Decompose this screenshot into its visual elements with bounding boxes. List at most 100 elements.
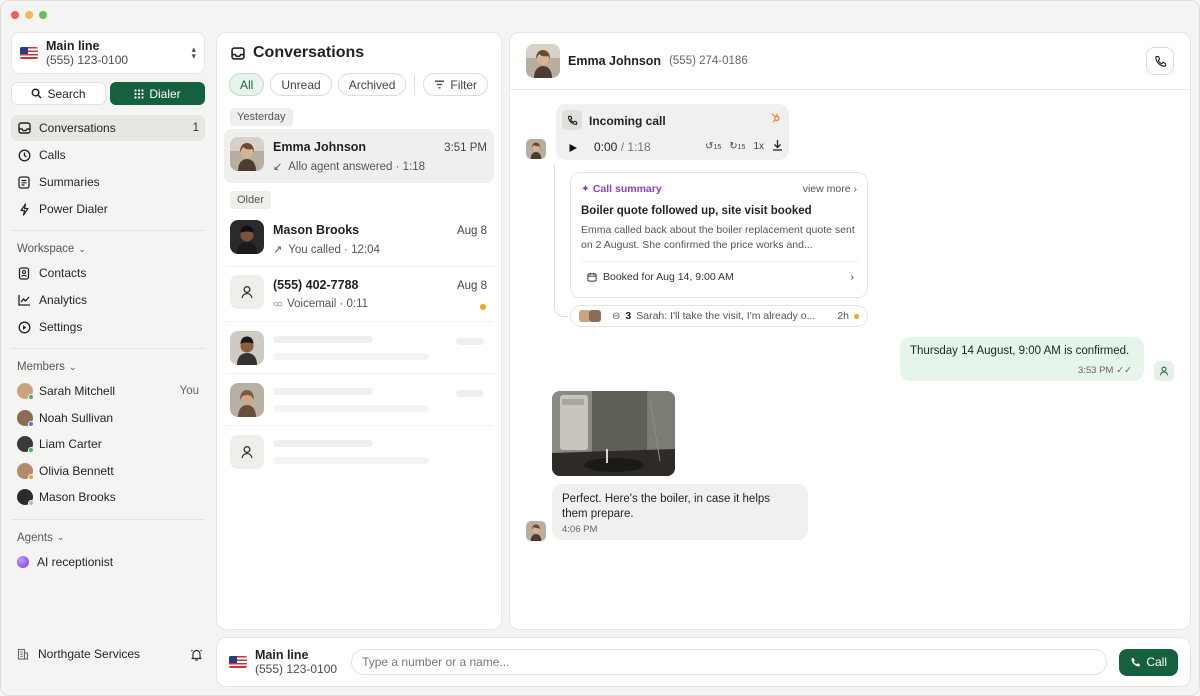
booking-row[interactable]: Booked for Aug 14, 9:00 AM ›: [581, 261, 858, 291]
bolt-icon: [17, 202, 31, 216]
call-button[interactable]: Call: [1119, 648, 1178, 676]
filter-all[interactable]: All: [229, 73, 265, 96]
download-icon[interactable]: [772, 139, 783, 154]
workspace-section-toggle[interactable]: Workspace ⌄: [17, 243, 199, 255]
outgoing-message: Thursday 14 August, 9:00 AM is confirmed…: [900, 337, 1144, 381]
nav-item-label: Settings: [39, 320, 83, 334]
org-name: Northgate Services: [38, 647, 141, 661]
agents-title: Agents: [17, 531, 53, 544]
avatar: [17, 489, 34, 507]
elapsed-time: 0:00: [594, 140, 618, 154]
nav-item-power-dialer[interactable]: Power Dialer: [11, 196, 205, 222]
filter-label: Filter: [450, 77, 478, 92]
document-icon: [17, 175, 31, 189]
forward-15-button[interactable]: ↻15: [729, 141, 745, 152]
nav-item-calls[interactable]: Calls: [11, 142, 205, 168]
member-name: Noah Sullivan: [39, 410, 114, 425]
avatar: [230, 382, 264, 417]
org-footer[interactable]: Northgate Services: [17, 647, 203, 661]
boiler-photo[interactable]: [552, 391, 675, 476]
nav-item-conversations[interactable]: Conversations 1: [11, 115, 205, 141]
message-text: Perfect. Here's the boiler, in case it h…: [562, 493, 771, 520]
filter-button[interactable]: Filter: [423, 73, 489, 96]
dialer-button-label: Dialer: [149, 86, 181, 101]
person-icon: [241, 445, 253, 458]
bell-icon[interactable]: [190, 648, 203, 661]
incoming-message: Perfect. Here's the boiler, in case it h…: [552, 484, 808, 540]
filter-unread[interactable]: Unread: [270, 73, 332, 96]
member-name: Liam Carter: [39, 437, 102, 452]
filter-icon: [435, 80, 445, 89]
loading-row: [224, 426, 494, 477]
dial-input[interactable]: [351, 649, 1108, 675]
nav-item-label: Analytics: [39, 293, 88, 307]
agent-ai-receptionist[interactable]: AI receptionist: [11, 549, 205, 576]
nav-item-label: Calls: [39, 148, 66, 162]
double-check-icon: ✓✓: [1116, 365, 1132, 376]
avatar: [230, 275, 264, 309]
conversation-emma-johnson[interactable]: Emma Johnson ↙ Allo agent answered · 1:1…: [224, 129, 494, 183]
call-contact-button[interactable]: [1146, 47, 1174, 75]
line-selector[interactable]: Main line (555) 123-0100 ▴ ▾: [11, 32, 205, 74]
booking-label: Booked for Aug 14, 9:00 AM: [603, 270, 734, 283]
comment-icon: ⊖: [612, 310, 621, 322]
member-name: Mason Brooks: [39, 490, 116, 505]
member-olivia-bennett[interactable]: Olivia Bennett: [11, 458, 205, 485]
agents-section-toggle[interactable]: Agents ⌄: [17, 532, 199, 544]
calendar-icon: [587, 272, 597, 282]
line-number: (555) 123-0100: [46, 53, 129, 67]
line-name: Main line: [255, 648, 309, 662]
hubspot-icon[interactable]: [770, 112, 781, 126]
inbox-icon: [17, 121, 31, 135]
nav-item-label: Power Dialer: [39, 202, 108, 216]
person-icon: [1159, 366, 1169, 376]
maximize-window-button[interactable]: [39, 11, 47, 19]
view-more-link[interactable]: view more ›: [803, 183, 857, 195]
line-name: Main line: [46, 39, 100, 53]
forward-seconds: 15: [737, 144, 746, 151]
play-icon: [569, 144, 577, 152]
phone-icon: [1154, 55, 1166, 67]
minimize-window-button[interactable]: [25, 11, 33, 19]
chevron-down-icon: ⌄: [78, 243, 86, 254]
member-mason-brooks[interactable]: Mason Brooks: [11, 484, 205, 511]
chevron-down-icon: ⌄: [56, 532, 65, 542]
rewind-15-button[interactable]: ↺15: [705, 141, 721, 152]
message-text: Thursday 14 August, 9:00 AM is confirmed…: [910, 345, 1130, 357]
thread-replies[interactable]: ⊖ 3 Sarah: I'll take the visit, I'm alre…: [570, 305, 868, 327]
member-sarah-mitchell[interactable]: Sarah Mitchell You: [11, 378, 205, 405]
search-button[interactable]: Search: [11, 82, 106, 105]
clock-icon: [17, 148, 31, 162]
unread-dot: [480, 304, 486, 310]
nav-item-summaries[interactable]: Summaries: [11, 169, 205, 195]
nav-item-settings[interactable]: Settings: [11, 314, 205, 340]
ai-orb-icon: [17, 555, 29, 568]
nav-item-contacts[interactable]: Contacts: [11, 260, 205, 286]
contact-name[interactable]: Emma Johnson: [568, 54, 661, 68]
reply-age: 2h: [837, 310, 849, 322]
conversation-unknown-number[interactable]: (555) 402-7788 ○○ Voicemail · 0:11 Aug 8: [224, 267, 494, 321]
avatar: [1154, 361, 1174, 381]
chat-header: Emma Johnson (555) 274-0186: [510, 33, 1190, 90]
avatar: [526, 521, 546, 541]
speed-button[interactable]: 1x: [753, 141, 764, 152]
total-duration: / 1:18: [620, 140, 651, 154]
members-title: Members: [17, 361, 65, 373]
search-icon: [32, 88, 43, 99]
conversation-name: Mason Brooks: [273, 223, 360, 237]
play-button[interactable]: [568, 142, 578, 156]
dial-line-selector[interactable]: Main line (555) 123-0100: [255, 648, 337, 676]
dialer-button[interactable]: Dialer: [110, 82, 205, 105]
members-section-toggle[interactable]: Members ⌄: [17, 361, 199, 373]
member-liam-carter[interactable]: Liam Carter: [11, 431, 205, 458]
nav-item-analytics[interactable]: Analytics: [11, 287, 205, 313]
close-window-button[interactable]: [11, 11, 19, 19]
conversation-mason-brooks[interactable]: Mason Brooks ↗ You called · 12:04 Aug 8: [224, 212, 494, 266]
call-button-label: Call: [1146, 655, 1167, 669]
member-noah-sullivan[interactable]: Noah Sullivan: [11, 405, 205, 432]
incoming-arrow-icon: ↙: [273, 161, 283, 173]
filter-archived[interactable]: Archived: [337, 73, 407, 96]
avatar[interactable]: [526, 44, 560, 78]
call-summary-card[interactable]: ✦ Call summary view more › Boiler quote …: [570, 172, 868, 298]
main-nav: Conversations 1 Calls Summaries Power Di…: [11, 115, 205, 222]
